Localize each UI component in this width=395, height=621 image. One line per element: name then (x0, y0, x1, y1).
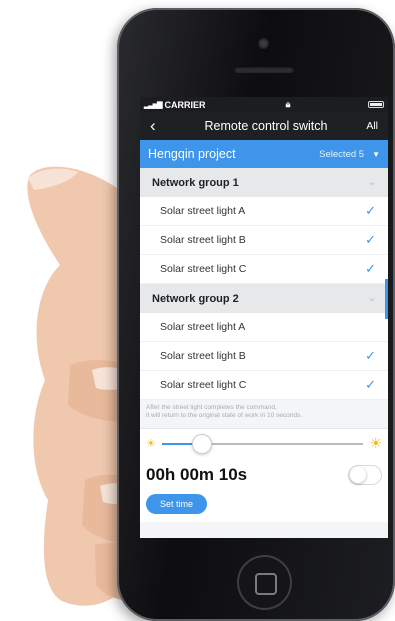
item-label: Solar street light B (160, 350, 246, 362)
nav-bar: ‹ Remote control switch All (140, 112, 388, 140)
check-icon: ✓ (365, 232, 376, 247)
list-item[interactable]: Solar street light B ✓ (140, 226, 388, 255)
group-header[interactable]: Network group 2 ⌄ (140, 284, 388, 313)
set-time-row: Set time (140, 492, 388, 522)
list-item[interactable]: Solar street light C ✓ (140, 255, 388, 284)
timer-value: 00h 00m 10s (146, 465, 248, 484)
sun-large-icon: ☀ (369, 435, 382, 451)
home-button[interactable] (237, 555, 292, 610)
item-label: Solar street light B (160, 234, 246, 246)
brightness-slider[interactable]: ☀ ☀ (140, 428, 388, 458)
check-icon: ✓ (365, 261, 376, 276)
speaker-grille (234, 66, 294, 73)
list-item[interactable]: Solar street light A (140, 313, 388, 342)
item-label: Solar street light C (160, 379, 247, 391)
check-icon: ✓ (365, 348, 376, 363)
note-line-1: After the street light completes the com… (146, 404, 277, 411)
page-title: Remote control switch (204, 119, 328, 133)
list-item[interactable]: Solar street light C ✓ (140, 371, 388, 400)
app-screen: ▂▃▅▇ CARRIER 🔒︎ ‹ Remote control switch … (140, 97, 388, 538)
note-line-2: it will return to the original state of … (146, 412, 303, 419)
back-arrow-icon[interactable]: ‹ (150, 116, 170, 136)
sun-small-icon: ☀ (146, 438, 156, 450)
signal-icon: ▂▃▅▇ (144, 101, 163, 109)
chevron-down-icon: ⌄ (367, 177, 376, 188)
select-all-button[interactable]: All (358, 120, 378, 132)
chevron-down-icon: ⌄ (367, 293, 376, 304)
status-bar: ▂▃▅▇ CARRIER 🔒︎ (140, 97, 388, 112)
item-label: Solar street light C (160, 263, 247, 275)
slider-thumb[interactable] (192, 433, 213, 454)
group-name: Network group 2 (152, 292, 239, 305)
item-label: Solar street light A (160, 321, 246, 333)
timer-toggle[interactable] (348, 465, 382, 485)
project-selector[interactable]: Hengqin project Selected 5 ▼ (140, 140, 388, 168)
selected-count: Selected 5 (319, 148, 365, 160)
item-label: Solar street light A (160, 205, 246, 217)
scroll-indicator (385, 279, 388, 319)
lock-icon: 🔒︎ (285, 99, 291, 109)
group-header[interactable]: Network group 1 ⌄ (140, 168, 388, 197)
check-icon: ✓ (365, 203, 376, 218)
carrier-label: CARRIER (164, 99, 206, 110)
dropdown-caret-icon: ▼ (372, 149, 380, 159)
camera-icon (258, 38, 269, 49)
check-icon: ✓ (365, 377, 376, 392)
slider-track[interactable] (161, 433, 364, 454)
group-name: Network group 1 (152, 176, 239, 189)
device-list: Network group 1 ⌄ Solar street light A ✓ Sol… (140, 168, 388, 400)
timer-row: 00h 00m 10s (140, 458, 388, 492)
set-time-button[interactable]: Set time (146, 494, 208, 514)
command-note: After the street light completes the com… (140, 400, 388, 428)
list-item[interactable]: Solar street light B ✓ (140, 342, 388, 371)
battery-icon (368, 101, 384, 108)
project-name: Hengqin project (148, 147, 236, 161)
list-item[interactable]: Solar street light A ✓ (140, 197, 388, 226)
